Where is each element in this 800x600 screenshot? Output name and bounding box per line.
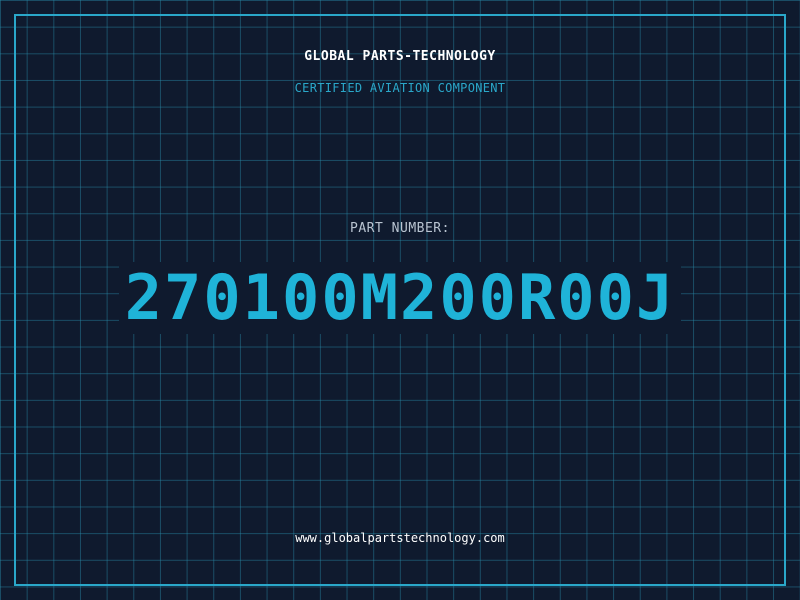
part-number-label: PART NUMBER: <box>350 221 450 236</box>
part-number-container: 270100M200R00J <box>0 262 800 334</box>
part-number-value: 270100M200R00J <box>118 262 682 334</box>
certificate-page: GLOBAL PARTS-TECHNOLOGY CERTIFIED AVIATI… <box>0 0 800 600</box>
website-url: www.globalpartstechnology.com <box>295 531 505 545</box>
company-name: GLOBAL PARTS-TECHNOLOGY <box>304 49 496 64</box>
certification-subtitle: CERTIFIED AVIATION COMPONENT <box>294 81 506 95</box>
